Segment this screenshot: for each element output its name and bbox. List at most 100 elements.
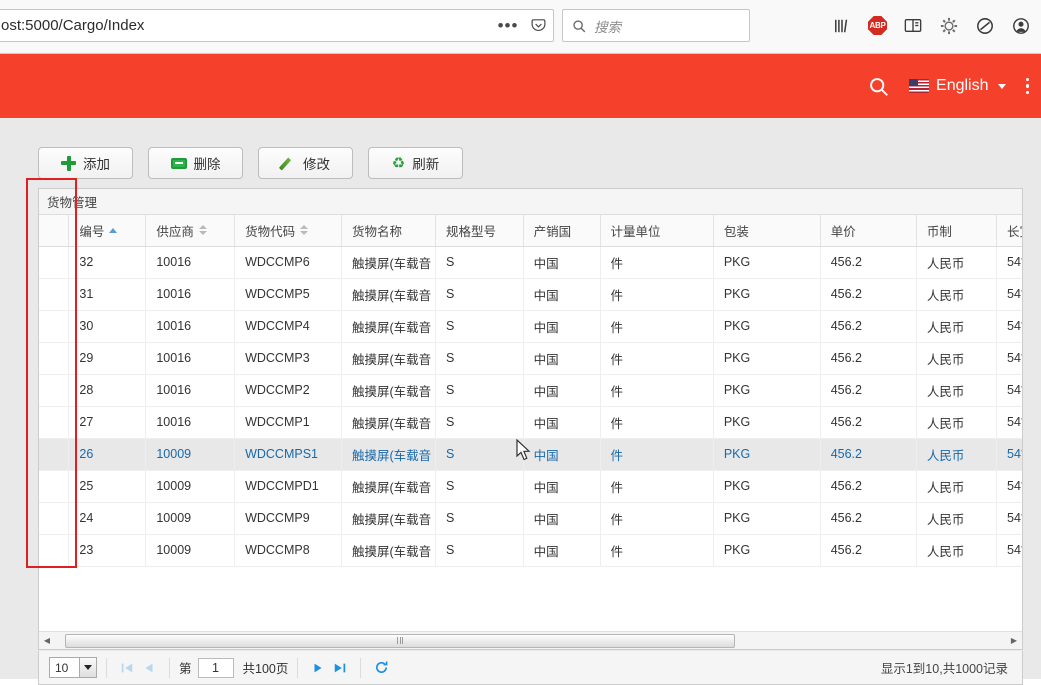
row-checkbox-cell[interactable] — [39, 534, 69, 566]
cell-pack: PKG — [713, 470, 820, 502]
cell-spec: S — [435, 246, 523, 278]
row-checkbox-cell[interactable] — [39, 502, 69, 534]
table-row[interactable]: 2910016WDCCMP3触摸屏(车载音S中国件PKG456.2人民币54*1… — [39, 342, 1022, 374]
table-row[interactable]: 2810016WDCCMP2触摸屏(车载音S中国件PKG456.2人民币54*1… — [39, 374, 1022, 406]
last-page-button[interactable] — [329, 657, 351, 679]
first-page-button[interactable] — [116, 657, 138, 679]
column-header-dimensions[interactable]: 长宽高 — [997, 215, 1022, 246]
cell-supplier: 10016 — [146, 406, 235, 438]
cell-currency: 人民币 — [916, 502, 996, 534]
pager-refresh-button[interactable] — [370, 657, 392, 679]
cell-supplier: 10016 — [146, 246, 235, 278]
cell-id: 32 — [69, 246, 146, 278]
cell-supplier: 10016 — [146, 374, 235, 406]
table-row[interactable]: 3010016WDCCMP4触摸屏(车载音S中国件PKG456.2人民币54*1… — [39, 310, 1022, 342]
column-header-id[interactable]: 编号 — [69, 215, 146, 246]
scrollbar-thumb[interactable] — [65, 634, 735, 648]
table-row[interactable]: 2710016WDCCMP1触摸屏(车载音S中国件PKG456.2人民币54*1… — [39, 406, 1022, 438]
url-text[interactable]: ost:5000/Cargo/Index — [0, 17, 493, 34]
horizontal-scrollbar[interactable]: ◀ ▶ — [39, 631, 1022, 649]
cell-name: 触摸屏(车载音 — [341, 278, 435, 310]
cell-name: 触摸屏(车载音 — [341, 342, 435, 374]
gear-addon-icon[interactable] — [939, 16, 959, 36]
adblock-plus-icon[interactable]: ABP — [868, 16, 887, 35]
column-header-spec[interactable]: 规格型号 — [435, 215, 523, 246]
column-header-currency[interactable]: 币制 — [916, 215, 996, 246]
scrollbar-track[interactable] — [55, 633, 1006, 649]
table-row[interactable]: 3210016WDCCMP6触摸屏(车载音S中国件PKG456.2人民币54*1… — [39, 246, 1022, 278]
column-header-country[interactable]: 产销国 — [523, 215, 600, 246]
row-checkbox-cell[interactable] — [39, 342, 69, 374]
cell-name: 触摸屏(车载音 — [341, 310, 435, 342]
account-icon[interactable] — [1011, 16, 1031, 36]
browser-extension-icons: ABP — [832, 9, 1031, 42]
pencil-icon — [281, 156, 296, 171]
cell-unit: 件 — [600, 310, 713, 342]
cell-pack: PKG — [713, 374, 820, 406]
column-header-price[interactable]: 单价 — [820, 215, 916, 246]
vertical-dots-icon[interactable] — [1026, 78, 1030, 95]
delete-button[interactable]: 删除 — [148, 147, 243, 179]
row-checkbox-cell[interactable] — [39, 438, 69, 470]
scroll-left-arrow-icon[interactable]: ◀ — [39, 633, 55, 649]
row-checkbox-cell[interactable] — [39, 374, 69, 406]
cell-price: 456.2 — [820, 470, 916, 502]
cell-unit: 件 — [600, 470, 713, 502]
cell-supplier: 10016 — [146, 342, 235, 374]
circle-slash-icon[interactable] — [975, 16, 995, 36]
add-button-label: 添加 — [83, 153, 110, 173]
table-row[interactable]: 2310009WDCCMP8触摸屏(车载音S中国件PKG456.2人民币54*1… — [39, 534, 1022, 566]
url-bar[interactable]: ost:5000/Cargo/Index ••• — [0, 9, 554, 42]
cell-pack: PKG — [713, 278, 820, 310]
cell-spec: S — [435, 502, 523, 534]
header-search-icon[interactable] — [868, 76, 889, 97]
column-header-code[interactable]: 货物代码 — [235, 215, 342, 246]
column-header-unit[interactable]: 计量单位 — [600, 215, 713, 246]
browser-search-box[interactable]: 搜索 — [562, 9, 750, 42]
cell-code: WDCCMP8 — [235, 534, 342, 566]
divider — [106, 658, 107, 678]
refresh-button[interactable]: ♻ 刷新 — [368, 147, 463, 179]
column-header-supplier-label: 供应商 — [156, 221, 194, 240]
browser-toolbar: ost:5000/Cargo/Index ••• 搜索 ABP — [0, 0, 1041, 54]
language-label: English — [936, 77, 988, 95]
cargo-panel: 货物管理 编号 — [38, 188, 1023, 650]
page-size-select[interactable]: 10 — [49, 657, 97, 678]
modify-button[interactable]: 修改 — [258, 147, 353, 179]
cell-name: 触摸屏(车载音 — [341, 534, 435, 566]
row-checkbox-cell[interactable] — [39, 470, 69, 502]
table-row[interactable]: 2610009WDCCMPS1触摸屏(车载音S中国件PKG456.2人民币54*… — [39, 438, 1022, 470]
grid-header-row: 编号 供应商 货物代码 — [39, 215, 1022, 246]
library-icon[interactable] — [832, 16, 852, 36]
cell-unit: 件 — [600, 278, 713, 310]
language-selector[interactable]: English — [909, 77, 1005, 95]
cell-country: 中国 — [523, 534, 600, 566]
cell-spec: S — [435, 342, 523, 374]
page-number-input[interactable]: 1 — [198, 658, 234, 678]
table-row[interactable]: 2510009WDCCMPD1触摸屏(车载音S中国件PKG456.2人民币54*… — [39, 470, 1022, 502]
row-checkbox-cell[interactable] — [39, 246, 69, 278]
pocket-icon[interactable] — [523, 11, 553, 41]
row-checkbox-cell[interactable] — [39, 310, 69, 342]
table-row[interactable]: 3110016WDCCMP5触摸屏(车载音S中国件PKG456.2人民币54*1… — [39, 278, 1022, 310]
row-checkbox-cell[interactable] — [39, 278, 69, 310]
cell-dimensions: 54*12*35 — [997, 502, 1022, 534]
reader-view-icon[interactable] — [903, 16, 923, 36]
next-page-button[interactable] — [307, 657, 329, 679]
scroll-right-arrow-icon[interactable]: ▶ — [1006, 633, 1022, 649]
cell-supplier: 10009 — [146, 470, 235, 502]
column-header-name[interactable]: 货物名称 — [341, 215, 435, 246]
cell-code: WDCCMPD1 — [235, 470, 342, 502]
add-button[interactable]: 添加 — [38, 147, 133, 179]
row-checkbox-cell[interactable] — [39, 406, 69, 438]
page-actions-icon[interactable]: ••• — [493, 11, 523, 41]
cell-id: 25 — [69, 470, 146, 502]
table-row[interactable]: 2410009WDCCMP9触摸屏(车载音S中国件PKG456.2人民币54*1… — [39, 502, 1022, 534]
cell-price: 456.2 — [820, 406, 916, 438]
column-header-pack[interactable]: 包装 — [713, 215, 820, 246]
chevron-down-icon[interactable] — [79, 658, 96, 677]
column-header-supplier[interactable]: 供应商 — [146, 215, 235, 246]
cell-price: 456.2 — [820, 278, 916, 310]
cell-pack: PKG — [713, 438, 820, 470]
prev-page-button[interactable] — [138, 657, 160, 679]
